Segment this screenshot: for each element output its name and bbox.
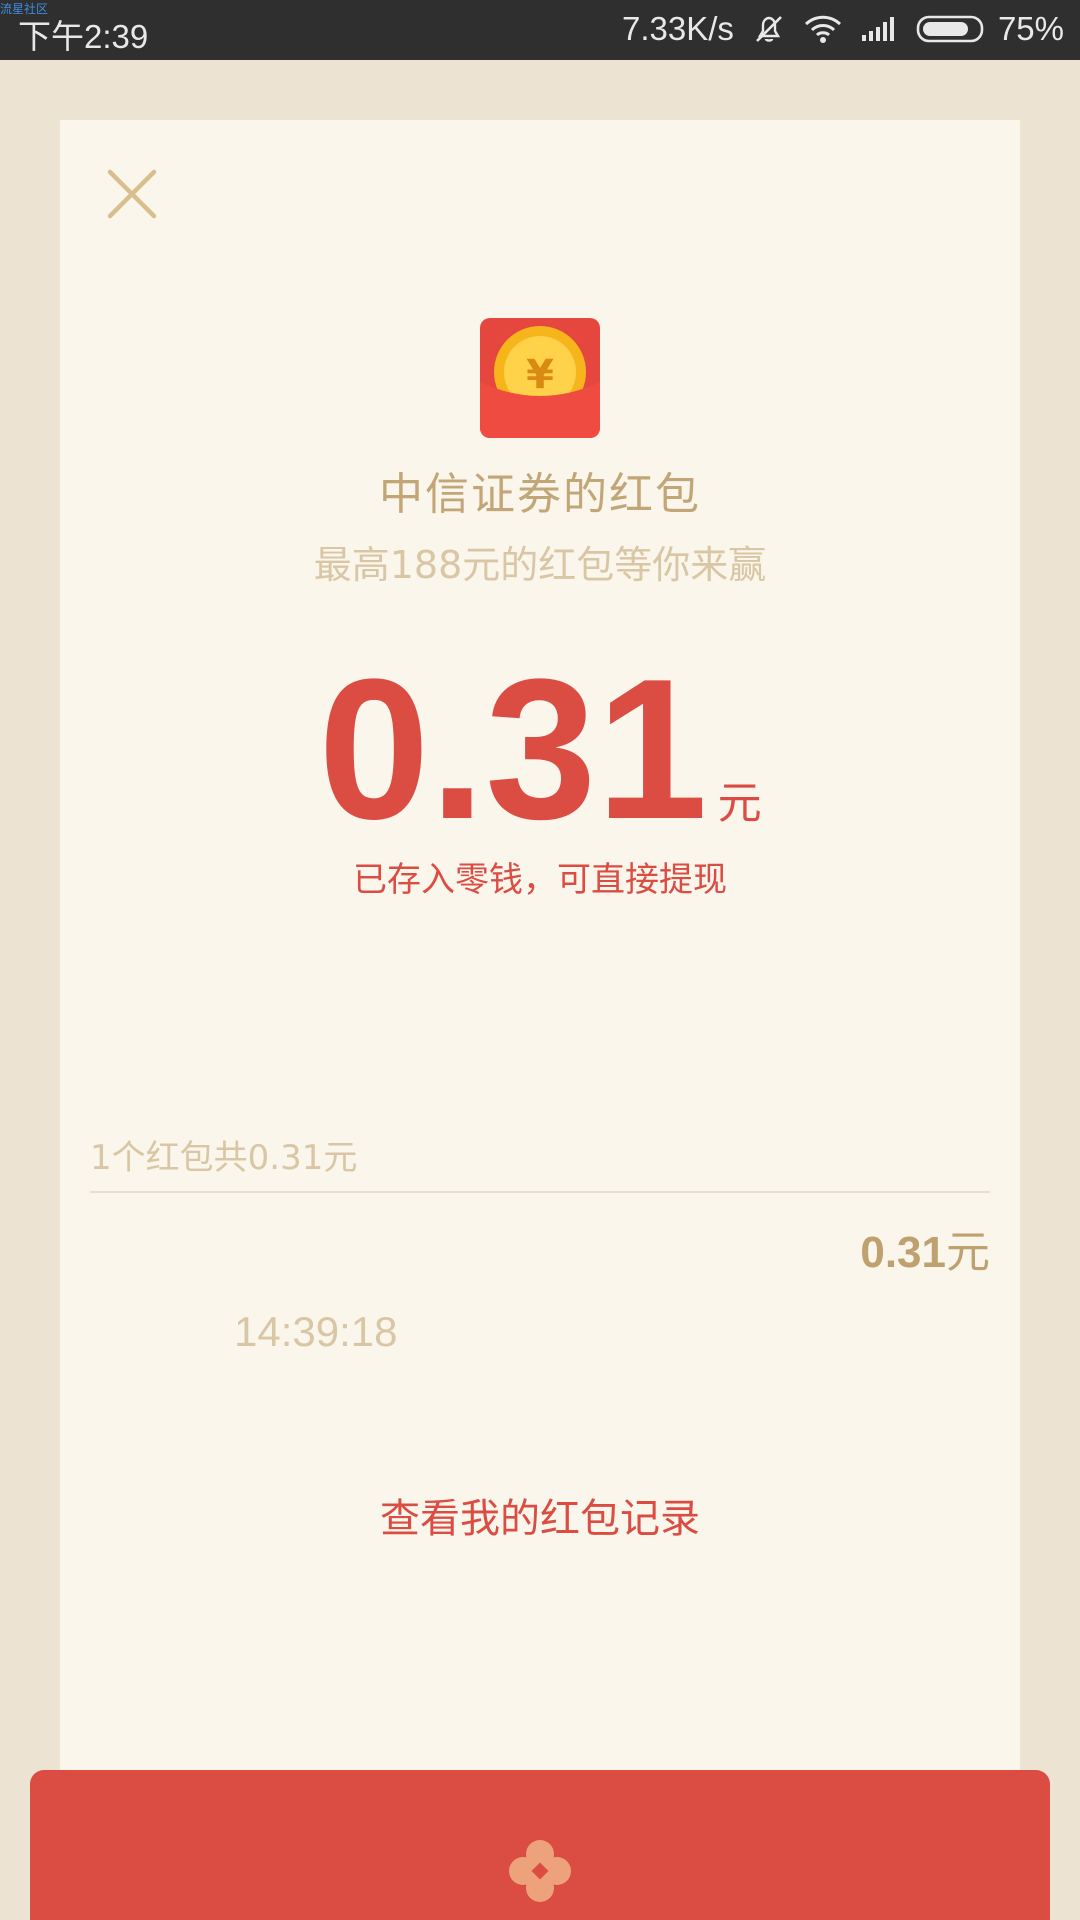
svg-text:¥: ¥ xyxy=(526,352,554,398)
amount-display: 0.31 元 xyxy=(60,650,1020,850)
amount-value: 0.31 xyxy=(318,638,708,861)
status-time: 下午2:39 xyxy=(18,18,149,55)
entry-amount-value: 0.31 xyxy=(860,1228,946,1277)
signal-icon xyxy=(861,17,894,41)
entry-time: 14:39:18 xyxy=(234,1308,398,1355)
amount-unit: 元 xyxy=(717,778,762,829)
close-button[interactable] xyxy=(102,164,162,224)
red-packet-logo-icon: ¥ xyxy=(480,318,600,438)
battery-percent: 75% xyxy=(997,10,1064,47)
close-icon xyxy=(107,169,157,219)
sender-subtitle: 最高188元的红包等你来赢 xyxy=(313,543,767,587)
view-records-link[interactable]: 查看我的红包记录 xyxy=(60,1486,1020,1544)
wifi-icon xyxy=(804,15,841,43)
flower-icon xyxy=(509,1840,571,1902)
divider xyxy=(90,1191,990,1193)
red-packet-card: ¥ 中信证券的红包 最高188元的红包等你来赢 0.31 元 已存入零钱，可直接提… xyxy=(60,120,1020,1820)
mute-icon xyxy=(756,16,782,42)
battery: 75% xyxy=(916,10,1064,48)
status-bar: 下午2:39 7.33K/s 75% xyxy=(0,0,1080,60)
network-speed: 7.33K/s xyxy=(622,10,734,47)
status-right: 7.33K/s 75% xyxy=(622,10,1064,48)
sender-title: 中信证券的红包 xyxy=(379,469,701,520)
stored-note: 已存入零钱，可直接提现 xyxy=(353,860,727,900)
packet-summary: 1个红包共0.31元 xyxy=(90,1138,358,1178)
entry-amount-unit: 元 xyxy=(946,1227,990,1278)
entry-amount: 0.31元 xyxy=(860,1216,990,1280)
zigzag-edge xyxy=(60,1810,1020,1834)
battery-icon xyxy=(916,15,984,43)
watermark: 流星社区 xyxy=(0,2,49,16)
